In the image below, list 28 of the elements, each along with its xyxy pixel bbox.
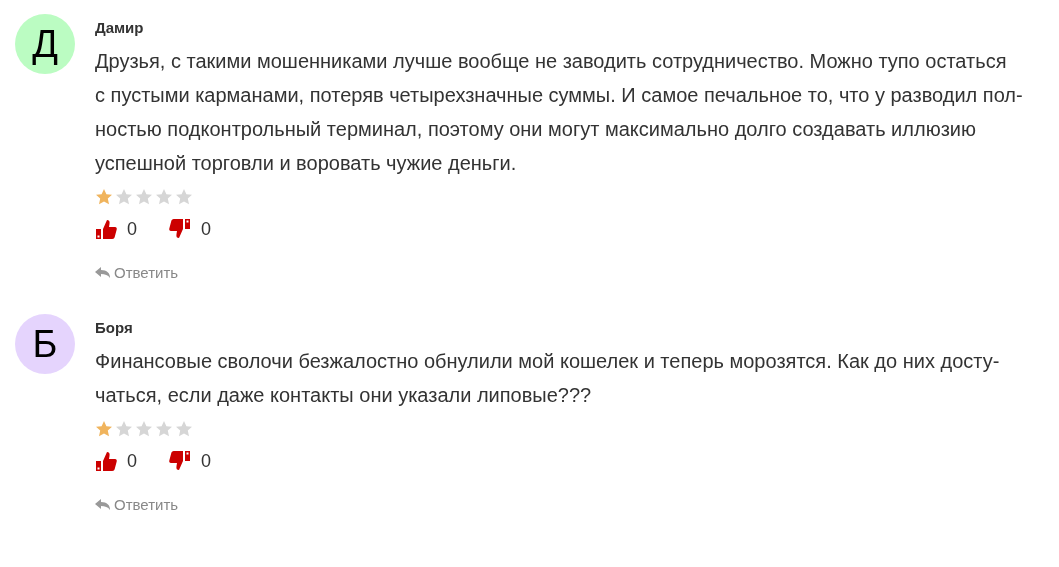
star-icon: [115, 420, 133, 438]
reply-arrow-icon: [95, 498, 111, 511]
reply-arrow-icon: [95, 266, 111, 279]
avatar: Б: [15, 314, 75, 374]
thumbs-up-icon[interactable]: [95, 450, 117, 472]
star-icon: [115, 188, 133, 206]
star-icon: [135, 188, 153, 206]
star-icon: [95, 188, 113, 206]
reply-button[interactable]: Ответить: [95, 264, 179, 281]
comment-text: Финансовые сволочи безжалостно обнулили мой кошелек и теперь морозятся. Как до них досту- чаться, если даже контакты они указали липовые???: [95, 349, 1000, 408]
star-icon: [175, 420, 193, 438]
dislike-count: 0: [201, 218, 212, 240]
author-name: Дамир: [95, 19, 144, 36]
author-name: Боря: [95, 319, 133, 336]
dislike-count: 0: [201, 450, 212, 472]
star-icon: [155, 188, 173, 206]
star-icon: [175, 188, 193, 206]
thumbs-up-icon[interactable]: [95, 218, 117, 240]
thumbs-down-icon[interactable]: [169, 450, 191, 472]
star-icon: [155, 420, 173, 438]
star-icon: [95, 420, 113, 438]
comment-text: Друзья, с такими мошенниками лучше вообще не заводить сотрудничество. Можно тупо остаться с пустыми карманами, потеряв четырехзначные суммы. И самое печальное то, что у разводил пол- ностью подконтрольный терминал, поэтому они могут максимально долго создавать иллюзию успешной торговли и воровать чужие деньги.: [95, 49, 1023, 176]
like-count: 0: [127, 450, 137, 472]
thumbs-down-icon[interactable]: [169, 218, 191, 240]
like-count: 0: [127, 218, 137, 240]
star-icon: [135, 420, 153, 438]
avatar: Д: [15, 14, 75, 74]
reply-button[interactable]: Ответить: [95, 496, 179, 513]
